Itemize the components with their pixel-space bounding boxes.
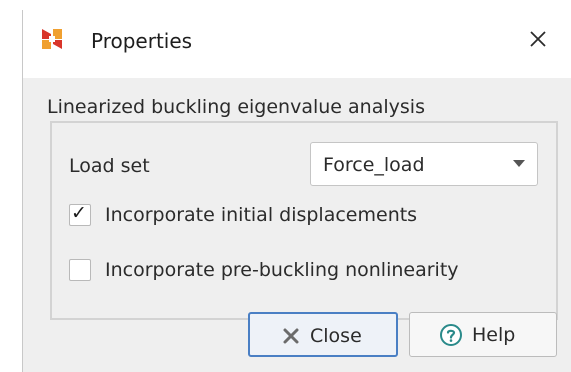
- app-logo-icon: [42, 29, 62, 49]
- initial-displacements-label[interactable]: Incorporate initial displacements: [105, 202, 417, 228]
- pre-buckling-nonlinearity-checkbox[interactable]: [69, 259, 91, 281]
- load-set-dropdown[interactable]: Force_load: [310, 142, 538, 186]
- close-button-label: Close: [310, 325, 362, 347]
- help-button-label: Help: [472, 324, 516, 346]
- help-icon: [440, 324, 462, 346]
- window-title: Properties: [91, 29, 193, 53]
- checkmark-icon: ✓: [71, 202, 87, 224]
- load-set-label: Load set: [69, 155, 150, 177]
- chevron-down-icon: [513, 160, 525, 167]
- properties-dialog: Properties Linearized buckling eigenvalu…: [22, 10, 571, 372]
- x-icon: [283, 328, 299, 344]
- section-label: Linearized buckling eigenvalue analysis: [47, 96, 425, 118]
- load-set-value: Force_load: [323, 154, 425, 176]
- pre-buckling-nonlinearity-label[interactable]: Incorporate pre-buckling nonlinearity: [105, 257, 459, 283]
- initial-displacements-checkbox[interactable]: ✓: [69, 202, 91, 226]
- title-bar: Properties: [23, 10, 571, 78]
- help-button[interactable]: Help: [409, 312, 557, 357]
- close-icon[interactable]: [523, 24, 553, 54]
- close-button[interactable]: Close: [248, 312, 398, 357]
